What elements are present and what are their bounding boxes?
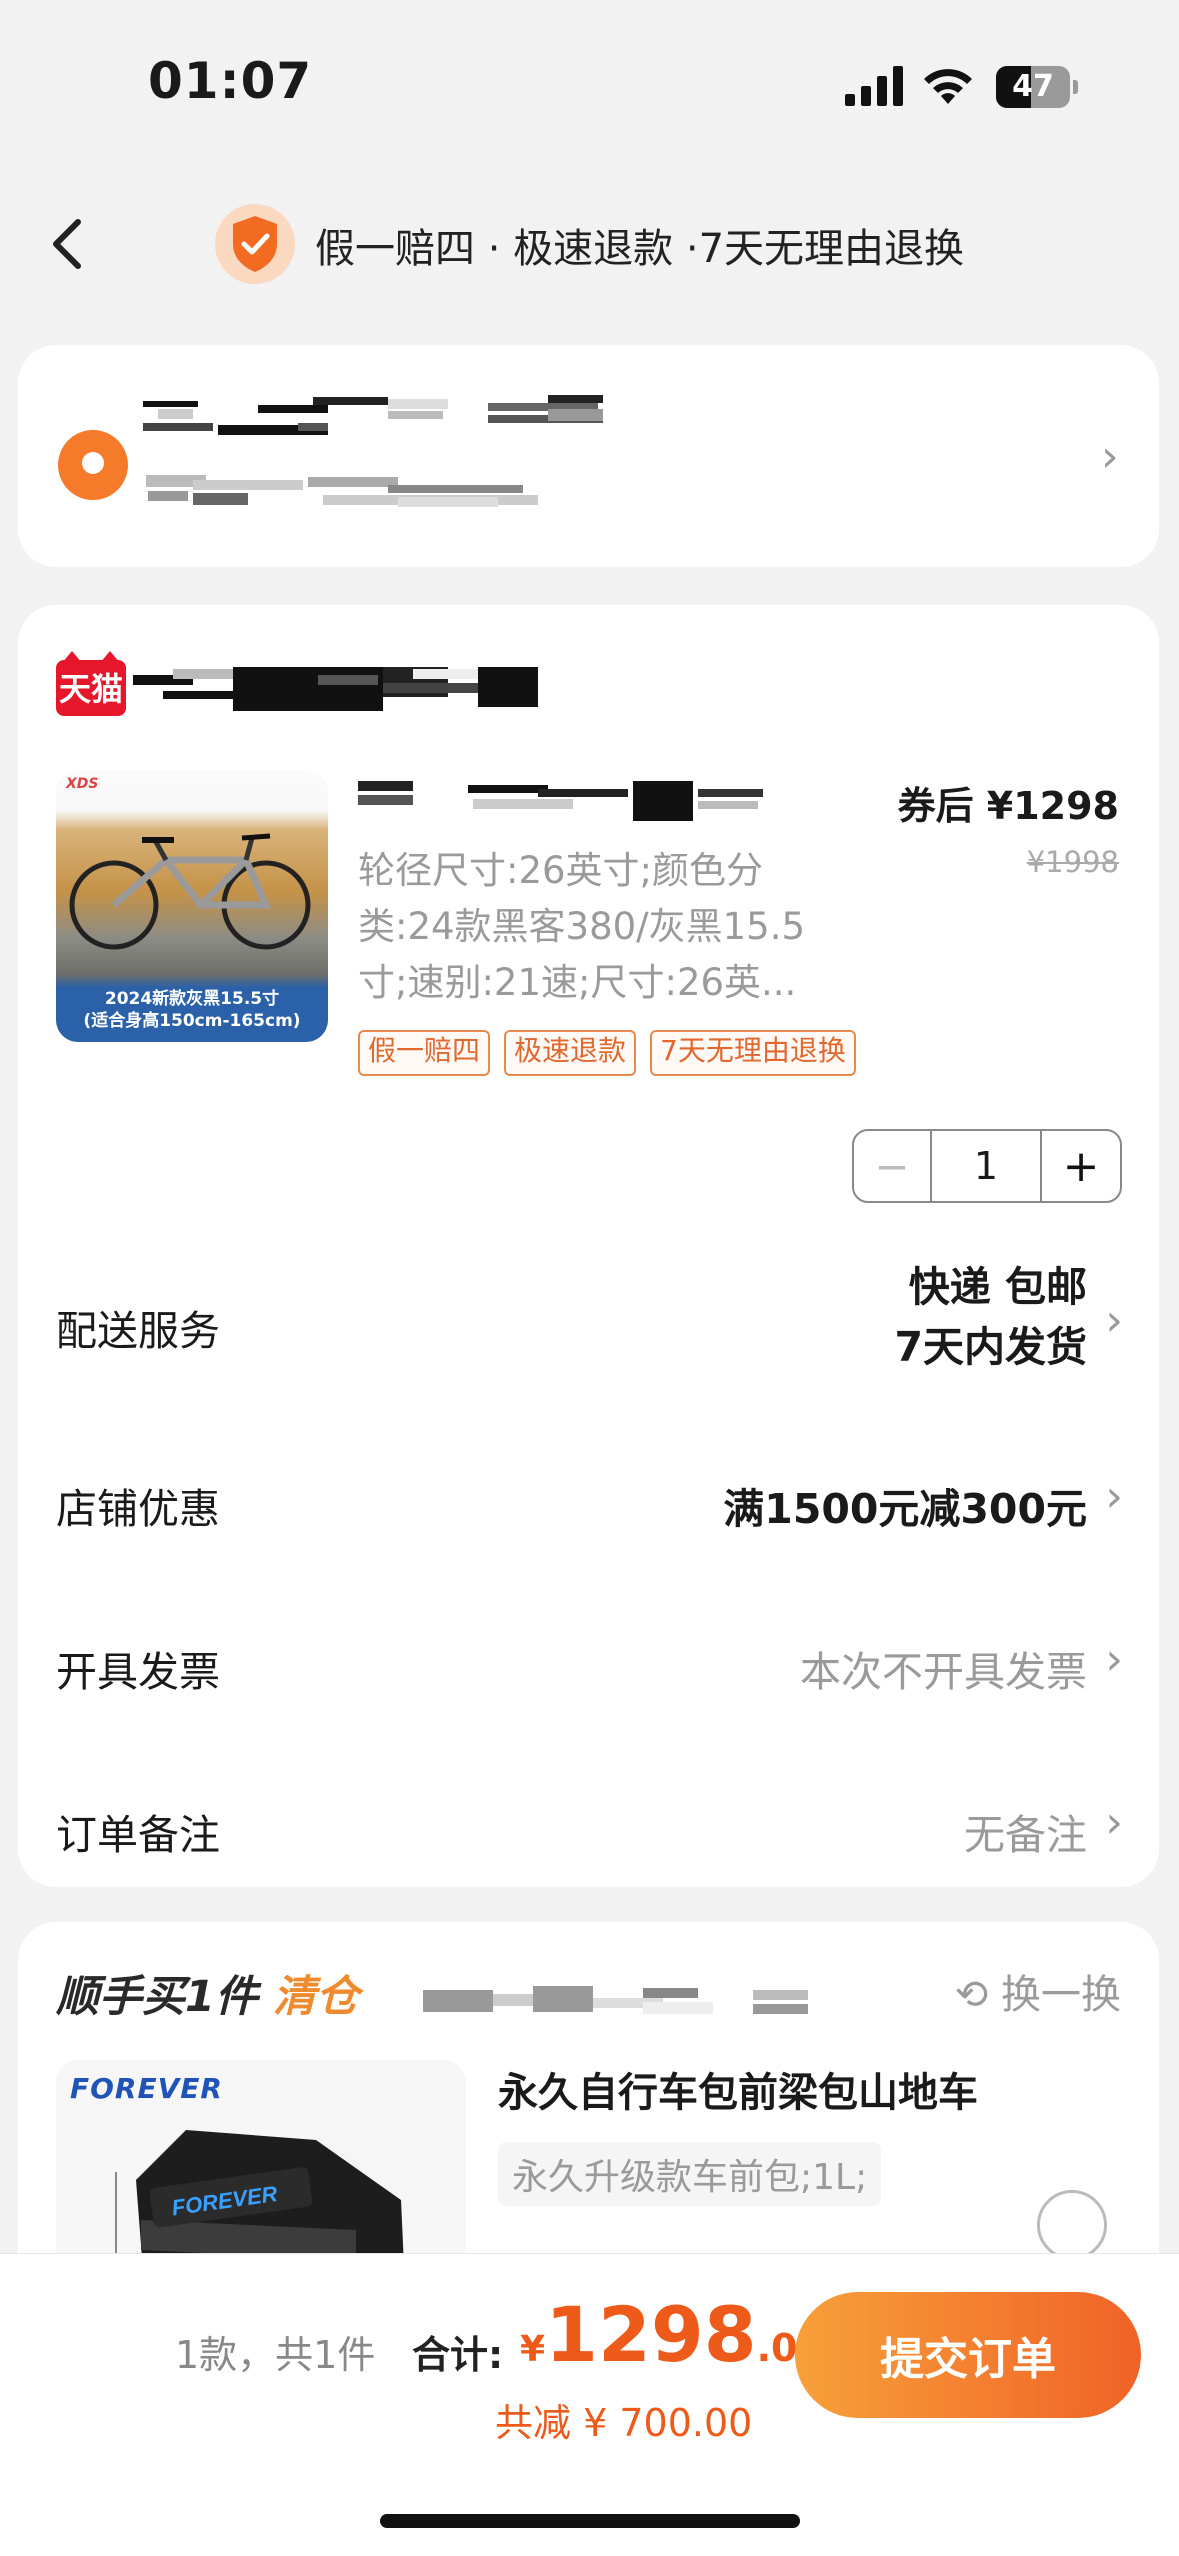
tag-fast-refund: 极速退款 — [504, 1030, 637, 1076]
order-note-label: 订单备注 — [56, 1811, 220, 1859]
order-note-row[interactable]: 订单备注 无备注 › — [18, 1771, 1159, 1871]
shop-discount-value: 满1500元减300元 — [723, 1485, 1087, 1533]
status-bar: 01:07 47 — [0, 0, 1179, 170]
chevron-right-icon: › — [1105, 1634, 1123, 1685]
total-label: 合计: — [412, 2333, 504, 2377]
increase-quantity-button[interactable]: + — [1042, 1131, 1120, 1201]
bicycle-illustration — [69, 833, 311, 950]
recommend-title: 顺手买1件 清仓 — [56, 1972, 359, 2022]
tag-fake-compensation: 假一赔四 — [358, 1030, 491, 1076]
invoice-value: 本次不开具发票 — [800, 1648, 1087, 1696]
shield-check-icon — [215, 204, 295, 284]
total-saved: 共减 ¥ 700.00 — [495, 2401, 753, 2445]
tmall-logo: 天猫 — [56, 651, 126, 716]
quantity-stepper: − 1 + — [852, 1129, 1122, 1203]
swap-button[interactable]: ⟲ 换一换 — [955, 1962, 1121, 2020]
total-price: ¥1298.00 — [520, 2290, 824, 2379]
clock: 01:07 — [148, 52, 313, 110]
nav-bar: 假一赔四 · 极速退款 ·7天无理由退换 — [0, 190, 1179, 300]
battery-percent: 47 — [1012, 69, 1054, 104]
delivery-label: 配送服务 — [56, 1307, 220, 1355]
service-tags: 假一赔四 极速退款 7天无理由退换 — [358, 1030, 856, 1076]
original-price: ¥1998 — [1026, 845, 1119, 879]
shop-discount-row[interactable]: 店铺优惠 满1500元减300元 › — [18, 1445, 1159, 1565]
cellular-signal-icon — [845, 66, 905, 106]
delivery-method: 快递 包邮 — [908, 1263, 1087, 1311]
chevron-right-icon: › — [1105, 1295, 1123, 1346]
order-note-value: 无备注 — [964, 1811, 1087, 1859]
chevron-right-icon: › — [1105, 1471, 1123, 1522]
submit-order-button[interactable]: 提交订单 — [795, 2292, 1141, 2418]
home-indicator — [380, 2514, 800, 2528]
shop-discount-label: 店铺优惠 — [56, 1485, 220, 1533]
wifi-icon — [924, 69, 972, 104]
battery-icon: 47 — [996, 66, 1078, 108]
chevron-right-icon: › — [1105, 1797, 1123, 1848]
recommend-product-spec[interactable]: 永久升级款车前包;1L; — [498, 2142, 882, 2206]
product-image-brand: XDS — [66, 776, 99, 792]
clearance-label: 清仓 — [272, 1972, 359, 2022]
delivery-time: 7天内发货 — [894, 1323, 1087, 1371]
checkout-bar: 1款，共1件 合计: ¥1298.00 共减 ¥ 700.00 提交订单 — [0, 2253, 1179, 2556]
chevron-right-icon: › — [1101, 431, 1119, 482]
invoice-row[interactable]: 开具发票 本次不开具发票 › — [18, 1608, 1159, 1728]
product-image[interactable]: XDS 2024新款灰黑15.5寸 (适合身高150cm-165cm) — [56, 770, 328, 1042]
back-chevron-icon[interactable] — [40, 212, 100, 276]
refresh-icon: ⟲ — [954, 1972, 989, 2018]
product-image-caption: 2024新款灰黑15.5寸 (适合身高150cm-165cm) — [83, 989, 301, 1031]
order-card: 天猫 XDS 2024新款灰黑15.5寸 (适合身高150cm-165cm) 券… — [18, 605, 1159, 1887]
tag-7day-return: 7天无理由退换 — [650, 1030, 856, 1076]
page-title: 假一赔四 · 极速退款 ·7天无理由退换 — [315, 226, 965, 272]
select-recommend-radio[interactable] — [1037, 2190, 1107, 2260]
forever-logo: FOREVER — [70, 2072, 223, 2105]
delivery-row[interactable]: 配送服务 快递 包邮 7天内发货 › — [18, 1245, 1159, 1405]
item-count: 1款，共1件 — [175, 2333, 376, 2377]
coupon-price: 券后 ¥1298 — [897, 784, 1119, 828]
location-pin-icon — [58, 430, 128, 500]
invoice-label: 开具发票 — [56, 1648, 220, 1696]
quantity-value[interactable]: 1 — [932, 1131, 1042, 1201]
decrease-quantity-button[interactable]: − — [854, 1131, 932, 1201]
address-card[interactable]: › — [18, 345, 1159, 567]
product-spec[interactable]: 轮径尺寸:26英寸;颜色分 类:24款黑客380/灰黑15.5 寸;速别:21速… — [358, 843, 878, 1011]
recommend-product-name[interactable]: 永久自行车包前梁包山地车 — [498, 2060, 978, 2118]
